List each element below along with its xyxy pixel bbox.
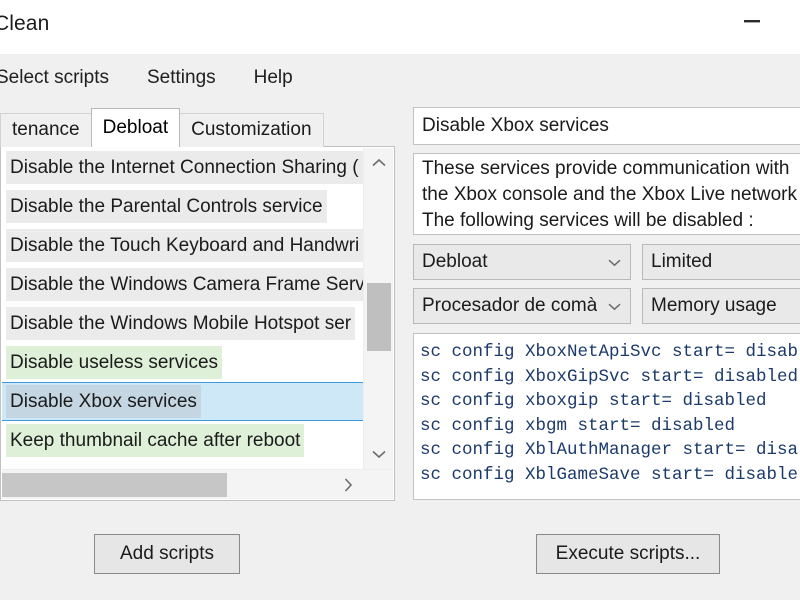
code-line: sc config xbgm start= disabled — [420, 414, 800, 439]
impact-dropdown[interactable]: Limited — [642, 244, 800, 280]
chevron-down-icon — [371, 449, 387, 459]
window-body: tenance Debloat Customization Disable th… — [0, 102, 800, 600]
category-dropdown[interactable]: Debloat — [413, 244, 631, 280]
list-item-label: Disable the Windows Mobile Hotspot ser — [6, 307, 355, 340]
vertical-scroll-thumb[interactable] — [367, 283, 391, 351]
menu-bar: Select scripts Settings Help — [0, 54, 800, 102]
list-item[interactable]: Disable the Touch Keyboard and Handwri — [2, 226, 363, 265]
list-item-label: Disable Xbox services — [6, 385, 201, 418]
tab-customization[interactable]: Customization — [179, 113, 323, 147]
impact-value: Limited — [651, 251, 712, 273]
menu-item-settings[interactable]: Settings — [141, 63, 222, 93]
maximize-button[interactable] — [783, 0, 800, 42]
list-item[interactable]: Disable useless services — [2, 343, 363, 382]
description-line: The following services will be disabled … — [422, 208, 800, 234]
minimize-icon — [741, 15, 763, 27]
script-code-editor[interactable]: sc config XboxNetApiSvc start= disabl sc… — [413, 333, 800, 500]
list-item-label: Disable the Touch Keyboard and Handwri — [6, 229, 363, 262]
menu-item-help[interactable]: Help — [248, 63, 299, 93]
list-item-label: Disable the Internet Connection Sharing … — [6, 151, 363, 184]
chevron-down-icon — [607, 289, 622, 323]
code-line: sc config xboxgip start= disabled — [420, 389, 800, 414]
script-list-items: Disable the Internet Connection Sharing … — [2, 148, 363, 469]
tab-maintenance[interactable]: tenance — [0, 113, 92, 147]
list-item-label: Disable useless services — [6, 346, 222, 379]
chevron-up-icon — [371, 158, 387, 168]
description-line: These services provide communication wit… — [422, 156, 800, 182]
memory-usage-value: Memory usage — [651, 295, 777, 317]
horizontal-scroll-thumb[interactable] — [2, 473, 227, 497]
list-item[interactable]: Disable the Internet Connection Sharing … — [2, 148, 363, 187]
script-description-field[interactable]: These services provide communication wit… — [413, 153, 800, 235]
scroll-down-button[interactable] — [364, 439, 394, 469]
chevron-right-icon — [343, 477, 353, 493]
vertical-scrollbar[interactable] — [363, 148, 393, 469]
code-line: sc config XblAuthManager start= disa — [420, 438, 800, 463]
scroll-up-button[interactable] — [364, 148, 394, 178]
code-line: sc config XboxNetApiSvc start= disabl — [420, 340, 800, 365]
description-line: the Xbox console and the Xbox Live netwo… — [422, 182, 800, 208]
tab-debloat[interactable]: Debloat — [91, 108, 181, 147]
list-item-label: Disable the Parental Controls service — [6, 190, 327, 223]
script-name-field[interactable]: Disable Xbox services — [413, 107, 800, 145]
tab-strip: tenance Debloat Customization — [0, 107, 395, 147]
list-item[interactable]: Disable the Windows Camera Frame Serv — [2, 265, 363, 304]
category-value: Debloat — [422, 251, 488, 273]
script-list-pane: tenance Debloat Customization Disable th… — [0, 107, 395, 507]
minimize-button[interactable] — [720, 0, 783, 42]
list-item-label: Disable the Windows Camera Frame Serv — [6, 268, 363, 301]
host-dropdown[interactable]: Procesador de comà — [413, 288, 631, 324]
title-bar: Clean — [0, 0, 800, 54]
list-item[interactable]: Disable the Parental Controls service — [2, 187, 363, 226]
code-line: sc config XboxGipSvc start= disabled — [420, 365, 800, 390]
list-item[interactable]: Disable the Windows Mobile Hotspot ser — [2, 304, 363, 343]
script-metadata-combos: Debloat Limited Procesador de comà Memor… — [413, 244, 800, 324]
scroll-right-button[interactable] — [333, 470, 363, 500]
code-line: sc config XblGameSave start= disable — [420, 463, 800, 488]
execute-scripts-button[interactable]: Execute scripts... — [536, 534, 720, 574]
menu-item-select-scripts[interactable]: Select scripts — [0, 63, 115, 93]
chevron-down-icon — [607, 245, 622, 279]
list-item-label: Keep thumbnail cache after reboot — [6, 424, 304, 457]
script-listbox[interactable]: Disable the Internet Connection Sharing … — [0, 146, 395, 501]
list-item[interactable]: Keep thumbnail cache after reboot — [2, 421, 363, 460]
window-title: Clean — [0, 0, 49, 36]
window-controls — [720, 0, 800, 42]
add-scripts-button[interactable]: Add scripts — [94, 534, 240, 574]
horizontal-scrollbar[interactable] — [2, 469, 393, 499]
script-details-pane: Disable Xbox services These services pro… — [413, 107, 800, 500]
memory-usage-dropdown[interactable]: Memory usage — [642, 288, 800, 324]
list-item-selected[interactable]: Disable Xbox services — [2, 382, 363, 421]
application-window: Clean Select scripts Settings Help tenan… — [0, 0, 800, 600]
host-value: Procesador de comà — [422, 295, 597, 317]
